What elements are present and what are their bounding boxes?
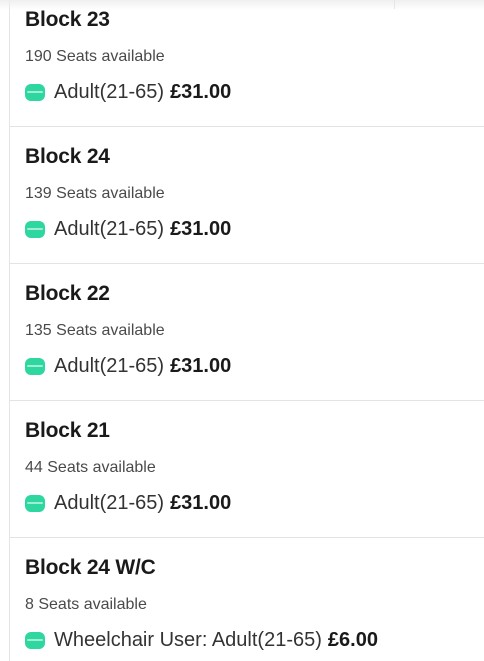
ticket-type: Adult(21-65) — [54, 217, 165, 240]
ticket-type: Adult(21-65) — [54, 354, 165, 377]
ticket-type: Adult(21-65) — [54, 80, 165, 103]
block-item-23[interactable]: Block 23 190 Seats available Adult(21-65… — [10, 0, 484, 127]
ticket-price-row: Wheelchair User: Adult(21-65) £6.00 — [25, 628, 378, 652]
ticket-price-row: Adult(21-65) £31.00 — [25, 354, 231, 378]
seats-available: 44 Seats available — [25, 459, 156, 476]
block-item-24[interactable]: Block 24 139 Seats available Adult(21-65… — [10, 127, 484, 264]
ticket-price-row: Adult(21-65) £31.00 — [25, 491, 231, 515]
block-list: Block 23 190 Seats available Adult(21-65… — [10, 0, 484, 661]
seats-available: 135 Seats available — [25, 322, 165, 339]
block-name: Block 24 W/C — [25, 556, 156, 579]
block-item-21[interactable]: Block 21 44 Seats available Adult(21-65)… — [10, 401, 484, 538]
ticket-price-row: Adult(21-65) £31.00 — [25, 80, 231, 104]
ticket-icon — [25, 83, 45, 101]
ticket-price-row: Adult(21-65) £31.00 — [25, 217, 231, 241]
ticket-icon — [25, 631, 45, 649]
block-item-24-wc[interactable]: Block 24 W/C 8 Seats available Wheelchai… — [10, 538, 484, 661]
ticket-price: £6.00 — [327, 628, 378, 651]
block-name: Block 22 — [25, 282, 110, 305]
ticket-icon — [25, 357, 45, 375]
seats-available: 8 Seats available — [25, 596, 147, 613]
ticket-type: Wheelchair User: Adult(21-65) — [54, 628, 322, 651]
block-item-22[interactable]: Block 22 135 Seats available Adult(21-65… — [10, 264, 484, 401]
seat-block-viewport: Block 23 190 Seats available Adult(21-65… — [0, 0, 484, 661]
seats-available: 139 Seats available — [25, 185, 165, 202]
ticket-price: £31.00 — [170, 80, 232, 103]
ticket-price: £31.00 — [170, 491, 232, 514]
ticket-price: £31.00 — [170, 354, 232, 377]
ticket-type: Adult(21-65) — [54, 491, 165, 514]
block-name: Block 21 — [25, 419, 110, 442]
list-left-border — [9, 0, 10, 661]
block-name: Block 23 — [25, 8, 110, 31]
header-divider — [394, 0, 395, 9]
block-name: Block 24 — [25, 145, 110, 168]
header-shadow — [0, 0, 484, 10]
seats-available: 190 Seats available — [25, 48, 165, 65]
ticket-price: £31.00 — [170, 217, 232, 240]
ticket-icon — [25, 220, 45, 238]
ticket-icon — [25, 494, 45, 512]
